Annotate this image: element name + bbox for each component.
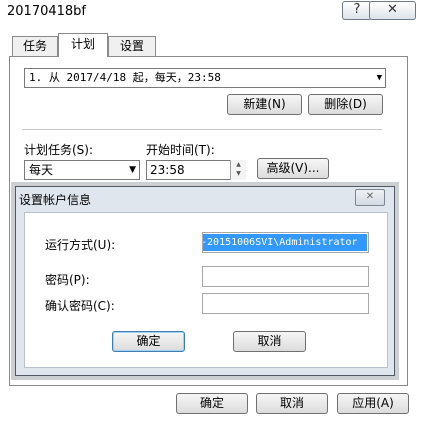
confirm-password-label: 确认密码(C):	[45, 299, 115, 313]
schedule-select-value: 1. 从 2017/4/18 起，每天，23:58	[29, 71, 221, 84]
dialog-close-icon[interactable]: ✕	[355, 189, 385, 206]
spin-up-icon[interactable]: ▲	[231, 160, 246, 169]
tab-schedule[interactable]: 计划	[58, 33, 108, 57]
close-icon[interactable]: ✕	[369, 1, 416, 20]
tab-settings[interactable]: 设置	[108, 36, 156, 56]
cancel-button[interactable]: 取消	[256, 393, 328, 414]
run-as-input[interactable]: C-20151006SVI\Administrator	[202, 232, 369, 253]
schedule-select[interactable]: 1. 从 2017/4/18 起，每天，23:58 ▼	[24, 68, 386, 88]
time-spinner[interactable]: ▲ ▼	[230, 160, 246, 180]
advanced-button[interactable]: 高级(V)...	[257, 158, 329, 179]
apply-button[interactable]: 应用(A)	[337, 393, 409, 414]
task-frequency-value: 每天	[29, 163, 54, 177]
tab-task[interactable]: 任务	[12, 36, 58, 56]
delete-button[interactable]: 删除(D)	[308, 94, 383, 115]
task-frequency-label: 计划任务(S):	[24, 143, 94, 157]
confirm-password-input[interactable]	[202, 293, 369, 314]
window-title: 20170418bf	[7, 4, 86, 19]
dialog-title: 设置帐户信息	[19, 193, 92, 207]
dialog-cancel-button[interactable]: 取消	[233, 331, 306, 352]
run-as-value: C-20151006SVI\Administrator	[203, 234, 367, 251]
password-label: 密码(P):	[45, 273, 90, 287]
start-time-label: 开始时间(T):	[146, 143, 215, 157]
help-button[interactable]: ?	[342, 1, 372, 20]
chevron-down-icon: ▼	[129, 165, 136, 175]
new-button[interactable]: 新建(N)	[227, 94, 302, 115]
chevron-down-icon: ▼	[376, 73, 382, 83]
run-as-label: 运行方式(U):	[45, 238, 116, 252]
divider	[22, 129, 382, 130]
ok-button[interactable]: 确定	[176, 393, 248, 414]
task-frequency-select[interactable]: 每天 ▼	[24, 160, 140, 180]
password-input[interactable]	[202, 266, 369, 287]
dialog-ok-button[interactable]: 确定	[112, 331, 185, 352]
spin-down-icon[interactable]: ▼	[231, 169, 246, 178]
